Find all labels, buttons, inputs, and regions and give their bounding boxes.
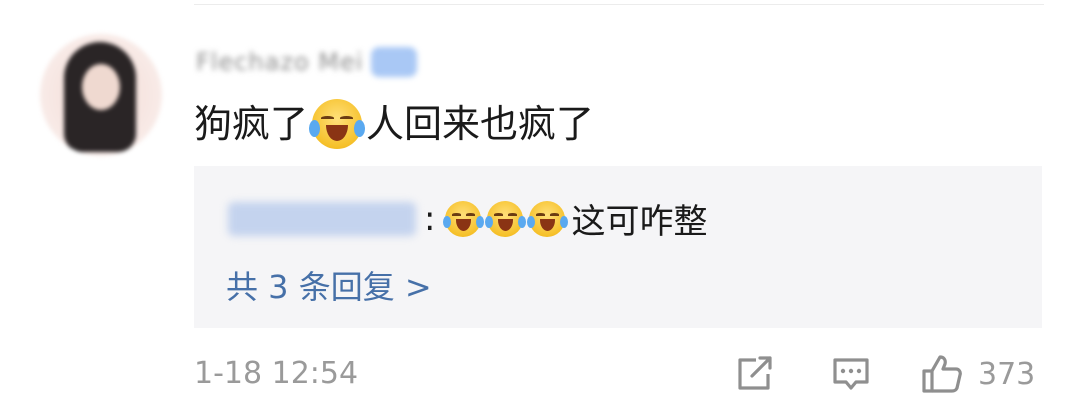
share-button[interactable] (734, 350, 778, 398)
comment-icon (833, 358, 869, 390)
thumbs-up-icon (922, 355, 962, 393)
share-icon (738, 356, 772, 390)
user-badge (371, 47, 418, 77)
avatar[interactable] (40, 34, 162, 156)
laughing-crying-emoji-icon (443, 200, 484, 237)
reply-author-name[interactable] (228, 201, 416, 236)
more-replies-link[interactable]: 共 3 条回复 > (226, 262, 432, 308)
username[interactable]: Flechazo Mei (196, 44, 418, 80)
laughing-crying-emoji-icon (485, 200, 526, 237)
reply-line: : 这可咋整 (228, 194, 707, 243)
laughing-crying-emoji-icon (527, 200, 568, 237)
reply-text: 这可咋整 (571, 202, 708, 242)
comment-text-before: 狗疯了 (194, 102, 309, 146)
like-count: 373 (978, 356, 1036, 392)
comment-text-after: 人回来也疯了 (366, 102, 595, 146)
comment-timestamp: 1-18 12:54 (194, 356, 359, 391)
like-button[interactable]: 373 (920, 350, 1035, 398)
top-divider (194, 4, 1044, 5)
laughing-crying-emoji-icon (309, 99, 366, 149)
reply-colon: : (424, 198, 436, 239)
comment-text: 狗疯了 人回来也疯了 (194, 94, 594, 154)
avatar-face (82, 64, 120, 110)
reply-preview-box[interactable]: : 这可咋整 共 3 条回复 > (194, 166, 1042, 328)
comment-button[interactable] (830, 350, 874, 398)
username-text[interactable]: Flechazo Mei (196, 48, 363, 76)
